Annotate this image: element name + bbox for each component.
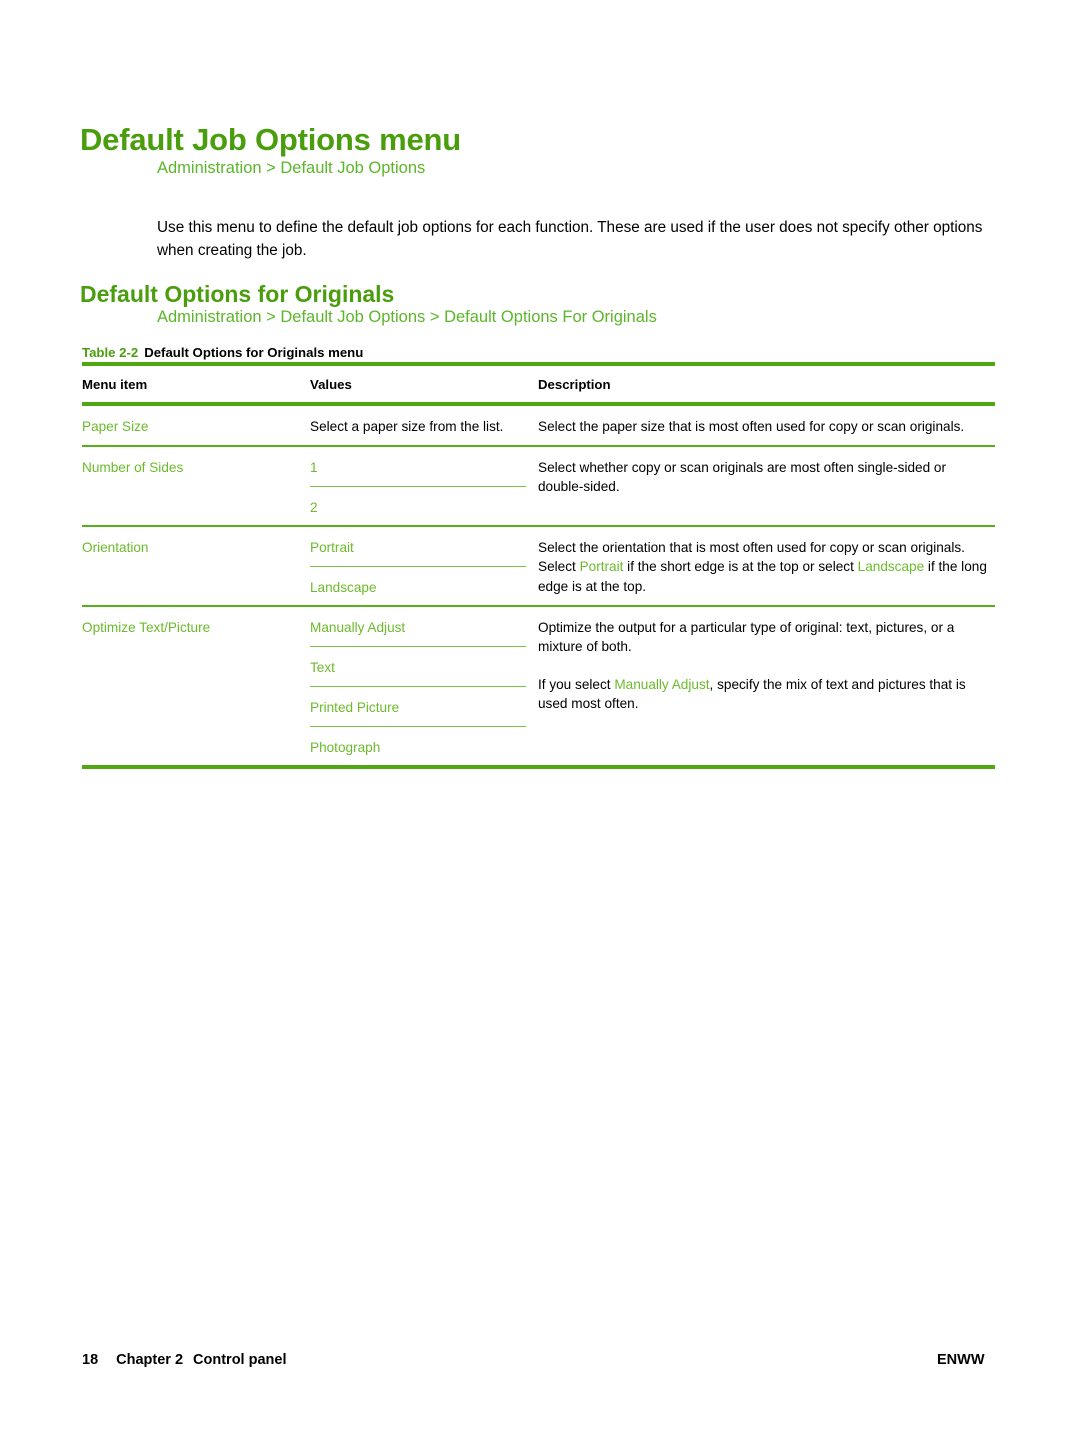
table-row: Number of Sides 1 2 Select whether copy or … — [82, 447, 995, 525]
table-row: Paper Size Select a paper size from the l… — [82, 406, 995, 445]
breadcrumb-section: Administration > Default Job Options > D… — [157, 308, 657, 326]
table-row: Optimize Text/Picture Manually Adjust Text… — [82, 607, 995, 765]
value-option: Printed Picture — [310, 698, 526, 727]
value-text: Select a paper size from the list. — [310, 419, 504, 434]
value-option: Photograph — [310, 739, 381, 755]
column-header-description: Description — [538, 377, 611, 392]
cell-values: Manually Adjust Text Printed Picture Photog… — [310, 616, 538, 757]
description-paragraph: Select the paper size that is most often… — [538, 417, 995, 437]
description-text: Select the paper size that is most often… — [538, 419, 965, 434]
value-option: Text — [310, 658, 526, 687]
footer-locale: ENWW — [937, 1352, 985, 1368]
cell-values: 12 — [310, 456, 538, 517]
cell-menu-item: Orientation — [82, 539, 149, 555]
cell-values: Select a paper size from the list. — [310, 415, 538, 437]
cell-menu-item: Number of Sides — [82, 459, 184, 475]
value-option: 2 — [310, 499, 318, 515]
footer-page-number: 18 — [82, 1352, 99, 1368]
breadcrumb-top: Administration > Default Job Options — [157, 159, 426, 177]
cell-values: Portrait Landscape — [310, 536, 538, 597]
cell-description: Optimize the output for a particular typ… — [538, 616, 995, 757]
description-paragraph: Select the orientation that is most ofte… — [538, 538, 995, 597]
value-option: Manually Adjust — [310, 618, 526, 647]
cell-description: Select the orientation that is most ofte… — [538, 536, 995, 597]
description-paragraph: Select whether copy or scan originals ar… — [538, 458, 995, 497]
table-caption-number: Table 2-2 — [82, 345, 139, 360]
section-heading: Default Options for Originals — [80, 281, 395, 308]
description-text: If you select — [538, 676, 615, 692]
table-caption-title: Default Options for Originals menu — [144, 345, 364, 360]
options-table: Menu item Values Description Paper Size S… — [82, 362, 995, 769]
value-option: 1 — [310, 458, 526, 487]
cell-menu-item: Paper Size — [82, 419, 149, 434]
table-caption: Table 2-2 Default Options for Originals m… — [82, 345, 363, 360]
intro-paragraph: Use this menu to define the default job … — [157, 219, 983, 260]
inline-option-term: Landscape — [857, 559, 925, 574]
table-body: Paper Size Select a paper size from the l… — [82, 406, 995, 765]
column-header-values: Values — [310, 377, 352, 392]
table-header-row: Menu item Values Description — [82, 366, 995, 402]
description-text: Select whether copy or scan originals ar… — [538, 459, 947, 495]
page-title: Default Job Options menu — [80, 121, 461, 157]
cell-description: Select whether copy or scan originals ar… — [538, 456, 995, 517]
description-text: Optimize the output for a particular typ… — [538, 619, 955, 655]
footer-left: 18 Chapter 2 Control panel — [82, 1352, 286, 1368]
cell-menu-item: Optimize Text/Picture — [82, 619, 211, 635]
description-paragraph: Optimize the output for a particular typ… — [538, 618, 995, 657]
footer-chapter-title: Control panel — [193, 1352, 287, 1368]
inline-option-term: Manually Adjust — [614, 676, 710, 692]
footer-chapter: Chapter 2 — [116, 1352, 184, 1368]
value-option: Portrait — [310, 538, 526, 567]
value-option: Landscape — [310, 579, 377, 595]
table-row: Orientation Portrait Landscape Select the o… — [82, 527, 995, 605]
cell-description: Select the paper size that is most often… — [538, 415, 995, 437]
description-paragraph: If you select Manually Adjust, specify t… — [538, 675, 995, 714]
description-text: if the short edge is at the top or selec… — [623, 559, 858, 574]
document-page: Default Job Options menu Administration … — [0, 0, 1080, 1437]
table-bottom-rule — [82, 764, 995, 769]
inline-option-term: Portrait — [579, 559, 624, 574]
column-header-menu-item: Menu item — [82, 377, 148, 392]
